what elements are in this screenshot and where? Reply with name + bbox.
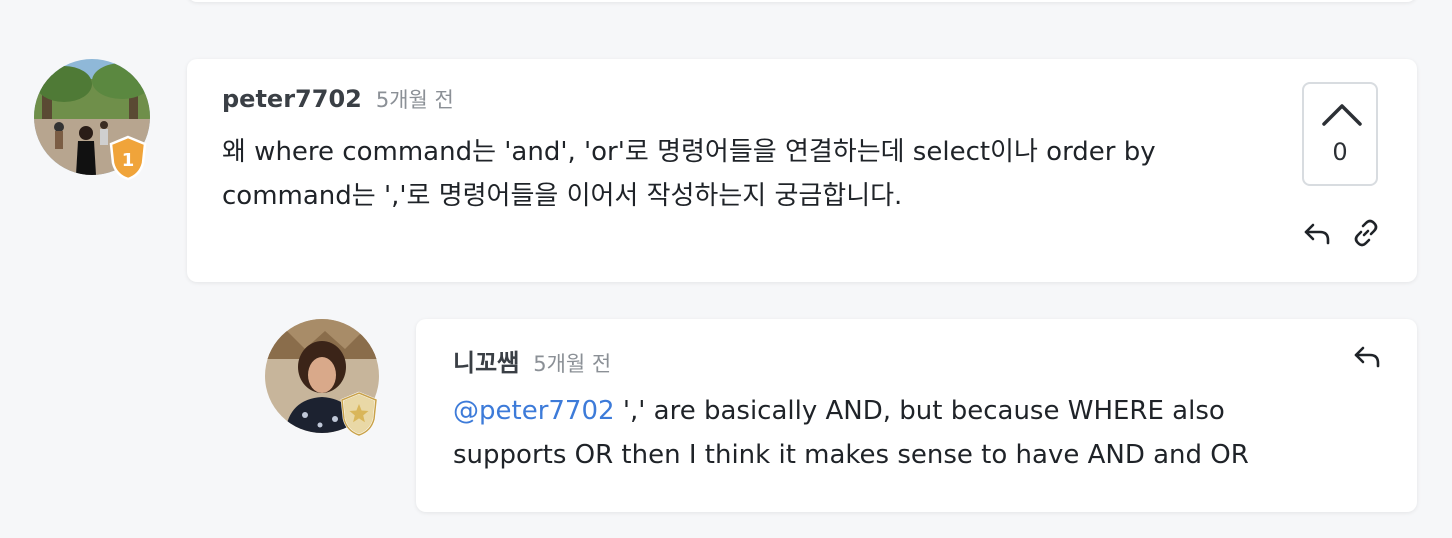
reply-avatar[interactable] [265, 319, 379, 437]
link-icon[interactable] [1350, 217, 1382, 249]
comment-body: 왜 where command는 'and', 'or'로 명령어들을 연결하는… [222, 130, 1282, 218]
rank-badge-number: 1 [122, 150, 135, 171]
reply-text-line: @peter7702 ',' are basically AND, but be… [453, 389, 1393, 433]
reply-icon[interactable] [1351, 340, 1383, 372]
mention-link[interactable]: @peter7702 [453, 396, 615, 426]
vote-widget: 0 [1302, 82, 1378, 186]
comment-username[interactable]: peter7702 [222, 85, 362, 113]
user-avatar[interactable]: 1 [34, 59, 150, 181]
comment-text-line: command는 ','로 명령어들을 이어서 작성하는지 궁금합니다. [222, 181, 903, 211]
reply-icon[interactable] [1301, 217, 1333, 249]
previous-comment-card [187, 0, 1417, 2]
comment-text-line: 왜 where command는 'and', 'or'로 명령어들을 연결하는… [222, 137, 1156, 167]
rank-badge-icon: 1 [109, 135, 147, 181]
reply-text-line: supports OR then I think it makes sense … [453, 440, 1249, 470]
reply-meta: 니꼬쌤 5개월 전 [453, 343, 611, 378]
star-shield-icon [340, 391, 378, 437]
comment-time: 5개월 전 [375, 88, 454, 112]
reply-body: @peter7702 ',' are basically AND, but be… [453, 389, 1393, 477]
reply-time: 5개월 전 [533, 352, 612, 376]
reply-username[interactable]: 니꼬쌤 [453, 343, 519, 378]
comment-meta: peter7702 5개월 전 [222, 84, 454, 114]
reply-text: ',' are basically AND, but because WHERE… [614, 396, 1225, 426]
chevron-up-icon[interactable] [1320, 98, 1364, 128]
vote-count: 0 [1332, 138, 1348, 166]
